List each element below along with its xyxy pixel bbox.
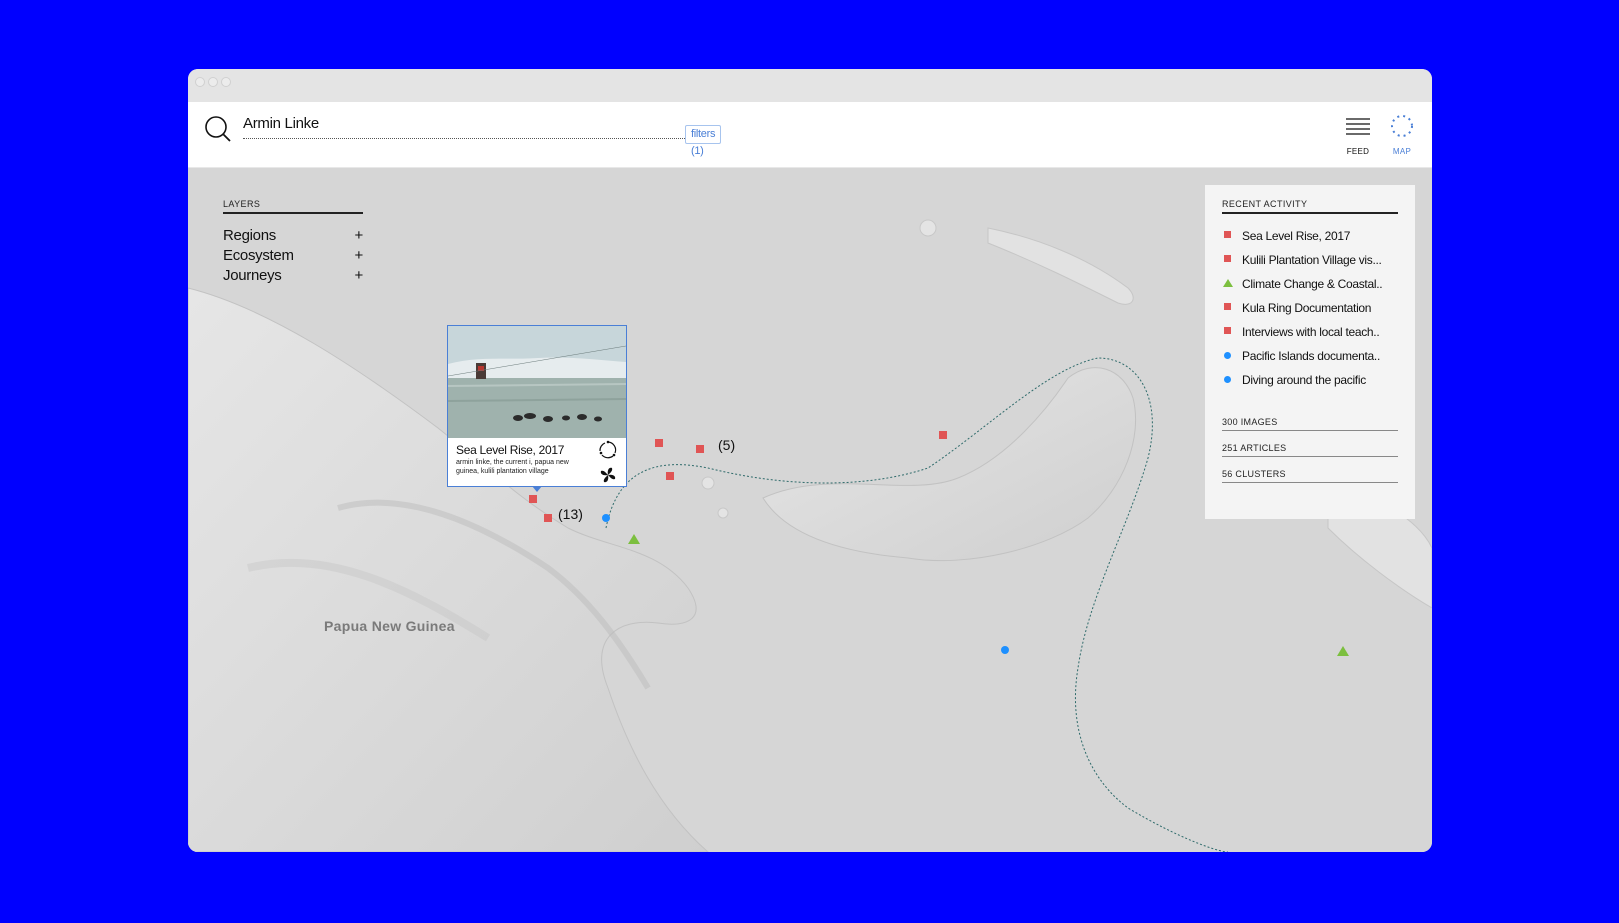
recent-item-label: Pacific Islands documenta.. <box>1242 349 1380 363</box>
layers-panel: LAYERS Regions + Ecosystem + Journeys + <box>223 199 363 286</box>
square-marker-icon <box>1224 231 1231 238</box>
square-marker-icon <box>1224 255 1231 262</box>
window-minimize-button[interactable] <box>208 77 218 87</box>
map-label: MAP <box>1392 147 1412 156</box>
popup-subtitle: armin linke, the current i, papua new gu… <box>456 459 569 475</box>
map-cluster-count[interactable]: (13) <box>558 506 583 522</box>
stats-list: 300 IMAGES 251 ARTICLES 56 CLUSTERS <box>1222 414 1398 483</box>
recent-item-label: Diving around the pacific <box>1242 373 1366 387</box>
layer-label: Journeys <box>223 267 282 284</box>
popup-photo <box>448 326 626 438</box>
layers-title: LAYERS <box>223 199 363 214</box>
map-pin-circle[interactable] <box>602 514 610 522</box>
popup-icons <box>598 440 620 484</box>
recent-item-label: Kula Ring Documentation <box>1242 301 1372 315</box>
stat-articles[interactable]: 251 ARTICLES <box>1222 440 1398 457</box>
recent-item[interactable]: Interviews with local teach.. <box>1222 324 1398 348</box>
fan-icon <box>600 467 616 483</box>
map-pin-square[interactable] <box>666 472 674 480</box>
map-region-label: Papua New Guinea <box>324 618 455 634</box>
map-pin-triangle[interactable] <box>1337 646 1349 656</box>
recent-item[interactable]: Kula Ring Documentation <box>1222 300 1398 324</box>
map-pin-square[interactable] <box>655 439 663 447</box>
expand-icon[interactable]: + <box>355 226 364 246</box>
search-query: Armin Linke <box>243 115 319 132</box>
filters-button[interactable]: filters (1) <box>685 125 722 157</box>
recent-item[interactable]: Kulili Plantation Village vis... <box>1222 252 1398 276</box>
recent-item-label: Sea Level Rise, 2017 <box>1242 229 1351 243</box>
window-maximize-button[interactable] <box>221 77 231 87</box>
expand-icon[interactable]: + <box>355 246 364 266</box>
square-marker-icon <box>1224 303 1231 310</box>
recent-item[interactable]: Climate Change & Coastal.. <box>1222 276 1398 300</box>
popup-pointer <box>532 486 542 492</box>
window-close-button[interactable] <box>195 77 205 87</box>
layer-item-regions[interactable]: Regions + <box>223 226 363 246</box>
map-nav-button[interactable]: MAP <box>1382 112 1422 158</box>
map-view[interactable]: Papua New Guinea (5) (13) Sea Level Rise… <box>188 168 1432 852</box>
feed-label: FEED <box>1346 147 1370 156</box>
map-pin-triangle[interactable] <box>628 534 640 544</box>
recent-activity-title: RECENT ACTIVITY <box>1222 199 1398 214</box>
recent-item-label: Interviews with local teach.. <box>1242 325 1380 339</box>
map-pin-cluster-square[interactable] <box>544 514 552 522</box>
browser-window: Armin Linke filters (1) FEED MAP Papua N… <box>188 69 1432 852</box>
cycle-icon <box>599 440 617 459</box>
recent-item[interactable]: Sea Level Rise, 2017 <box>1222 228 1398 252</box>
circle-marker-icon <box>1224 376 1231 383</box>
map-popup-card[interactable]: Sea Level Rise, 2017 armin linke, the cu… <box>447 325 627 492</box>
app-header: Armin Linke filters (1) FEED MAP <box>188 102 1432 168</box>
expand-icon[interactable]: + <box>355 266 364 286</box>
recent-item[interactable]: Diving around the pacific <box>1222 372 1398 396</box>
popup-title: Sea Level Rise, 2017 <box>456 443 565 457</box>
map-pin-cluster-square[interactable] <box>696 445 704 453</box>
layer-label: Ecosystem <box>223 247 294 264</box>
title-bar <box>188 69 1432 102</box>
map-globe-icon <box>1391 115 1413 137</box>
search-icon[interactable] <box>204 115 232 143</box>
hamburger-icon <box>1346 118 1370 135</box>
layer-label: Regions <box>223 227 276 244</box>
search-input[interactable]: Armin Linke filters (1) <box>243 112 722 157</box>
circle-marker-icon <box>1224 352 1231 359</box>
recent-item[interactable]: Pacific Islands documenta.. <box>1222 348 1398 372</box>
layer-item-journeys[interactable]: Journeys + <box>223 266 363 286</box>
recent-item-label: Climate Change & Coastal.. <box>1242 277 1383 291</box>
recent-item-label: Kulili Plantation Village vis... <box>1242 253 1382 267</box>
triangle-marker-icon <box>1223 279 1233 287</box>
layer-item-ecosystem[interactable]: Ecosystem + <box>223 246 363 266</box>
stat-images[interactable]: 300 IMAGES <box>1222 414 1398 431</box>
map-pin-square[interactable] <box>939 431 947 439</box>
map-cluster-count[interactable]: (5) <box>718 437 735 453</box>
square-marker-icon <box>1224 327 1231 334</box>
feed-nav-button[interactable]: FEED <box>1338 112 1378 158</box>
map-pin-square[interactable] <box>529 495 537 503</box>
stat-clusters[interactable]: 56 CLUSTERS <box>1222 466 1398 483</box>
recent-activity-panel: RECENT ACTIVITY Sea Level Rise, 2017 Kul… <box>1205 185 1415 519</box>
map-pin-circle[interactable] <box>1001 646 1009 654</box>
